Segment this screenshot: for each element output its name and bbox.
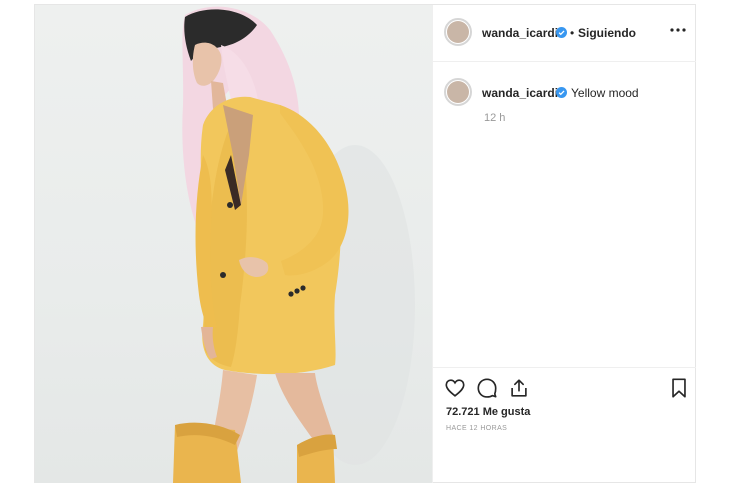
more-options-icon[interactable] bbox=[670, 27, 686, 33]
following-button[interactable]: Siguiendo bbox=[578, 26, 636, 40]
bookmark-icon[interactable] bbox=[668, 377, 690, 399]
heart-icon[interactable] bbox=[444, 377, 466, 399]
post-photo[interactable] bbox=[35, 5, 432, 483]
avatar-image bbox=[447, 21, 469, 43]
share-icon[interactable] bbox=[508, 377, 530, 399]
verified-badge-icon bbox=[556, 87, 567, 98]
author-avatar[interactable] bbox=[444, 18, 472, 46]
comment-icon[interactable] bbox=[476, 377, 498, 399]
likes-count[interactable]: 72.721 Me gusta bbox=[446, 406, 530, 418]
caption-avatar[interactable] bbox=[444, 78, 472, 106]
post-actions: 72.721 Me gusta HACE 12 HORAS bbox=[433, 367, 696, 483]
caption-time: 12 h bbox=[484, 112, 506, 124]
caption-username[interactable]: wanda_icardi bbox=[482, 86, 558, 100]
post-timestamp[interactable]: HACE 12 HORAS bbox=[446, 425, 507, 432]
separator-dot: • bbox=[570, 26, 575, 40]
verified-badge-icon bbox=[556, 27, 567, 38]
caption-text: Yellow mood bbox=[571, 86, 639, 100]
avatar-image bbox=[447, 81, 469, 103]
post-sidebar: wanda_icardi • Siguiendo wanda_icardi Ye… bbox=[432, 5, 696, 483]
post-header: wanda_icardi • Siguiendo bbox=[433, 5, 696, 62]
author-username[interactable]: wanda_icardi bbox=[482, 26, 558, 40]
instagram-post: wanda_icardi • Siguiendo wanda_icardi Ye… bbox=[34, 4, 696, 483]
post-photo-illustration bbox=[173, 6, 415, 483]
